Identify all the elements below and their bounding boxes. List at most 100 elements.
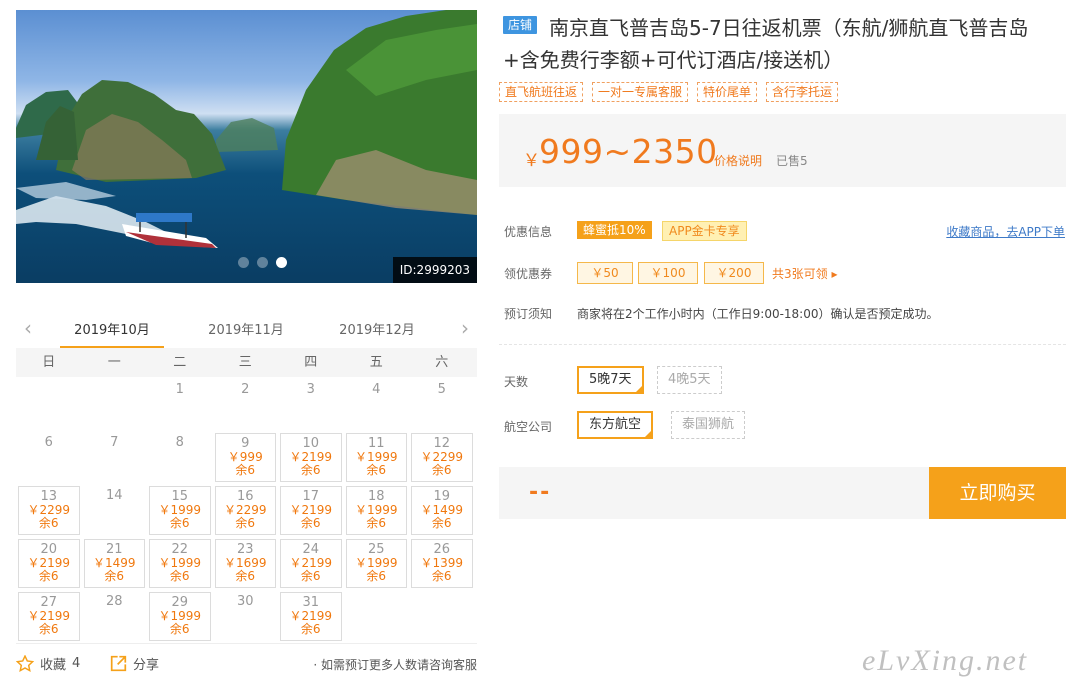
tab-month-nov[interactable]: 2019年11月 xyxy=(194,319,298,348)
share-label: 分享 xyxy=(133,658,160,673)
calendar-day-available[interactable]: 21 ￥1499 余6 xyxy=(83,539,145,588)
calendar-day: 6 xyxy=(16,430,82,483)
day-remaining: 余6 xyxy=(366,569,387,583)
notice-text: 商家将在2个工作小时内（工作日9:00-18:00）确认是否预定成功。 xyxy=(577,307,939,321)
day-remaining: 余6 xyxy=(104,569,125,583)
day-number: 25 xyxy=(367,542,385,557)
day-remaining: 余6 xyxy=(366,463,387,477)
product-photo[interactable]: ID:2999203 xyxy=(16,10,477,283)
day-number: 7 xyxy=(110,435,119,450)
price-explain-link[interactable]: 价格说明 xyxy=(714,152,762,169)
day-number: 8 xyxy=(175,435,184,450)
calendar-day: 8 xyxy=(147,430,213,483)
day-remaining: 余6 xyxy=(235,569,256,583)
calendar-day: 4 xyxy=(344,377,410,430)
day-remaining: 余6 xyxy=(300,463,321,477)
calendar-day-available[interactable]: 24 ￥2199 余6 xyxy=(280,539,342,588)
calendar-day: 14 xyxy=(82,483,148,536)
calendar-day-available[interactable]: 25 ￥1999 余6 xyxy=(345,539,407,588)
feature-tag: 特价尾单 xyxy=(697,82,758,102)
calendar-day-available[interactable]: 19 ￥1499 余6 xyxy=(411,486,473,535)
calendar-day-available[interactable]: 10 ￥2199 余6 xyxy=(280,433,342,482)
day-remaining: 余6 xyxy=(38,569,59,583)
calendar-day-available[interactable]: 20 ￥2199 余6 xyxy=(18,539,80,588)
weekday-label: 六 xyxy=(435,355,449,370)
total-price: -- xyxy=(529,480,552,505)
day-remaining: 余6 xyxy=(169,569,190,583)
day-remaining: 余6 xyxy=(235,516,256,530)
day-number: 6 xyxy=(44,435,53,450)
shop-tag: 店铺 xyxy=(503,16,538,34)
airline-label: 航空公司 xyxy=(504,420,553,434)
coupon-100[interactable]: ￥100 xyxy=(638,262,698,284)
share-icon xyxy=(110,655,127,672)
day-number: 17 xyxy=(302,489,320,504)
calendar-day-available[interactable]: 26 ￥1399 余6 xyxy=(411,539,473,588)
calendar-day-available[interactable]: 23 ￥1699 余6 xyxy=(214,539,276,588)
day-number: 1 xyxy=(175,382,184,397)
day-number: 14 xyxy=(105,488,123,503)
coupon-50[interactable]: ￥50 xyxy=(577,262,633,284)
option-china-eastern[interactable]: 东方航空 xyxy=(577,411,654,439)
chevron-left-icon[interactable]: ‹ xyxy=(24,318,32,338)
option-4n5d[interactable]: 4晚5天 xyxy=(657,366,722,394)
option-5n7d[interactable]: 5晚7天 xyxy=(577,366,644,394)
day-number: 23 xyxy=(236,542,254,557)
calendar-day xyxy=(16,377,82,430)
carousel-dot[interactable] xyxy=(238,257,249,268)
tab-month-dec[interactable]: 2019年12月 xyxy=(325,319,429,348)
carousel-dot[interactable] xyxy=(257,257,268,268)
calendar-day-available[interactable]: 22 ￥1999 余6 xyxy=(149,539,211,588)
carousel-dot-active[interactable] xyxy=(276,257,287,268)
day-number: 27 xyxy=(40,595,58,610)
chevron-right-icon[interactable]: › xyxy=(461,318,469,338)
calendar-day-available[interactable]: 15 ￥1999 余6 xyxy=(149,486,211,535)
favorite-count: 4 xyxy=(72,656,81,671)
day-remaining: 余6 xyxy=(366,516,387,530)
buy-now-button[interactable]: 立即购买 xyxy=(929,467,1066,519)
day-number: 11 xyxy=(367,436,385,451)
calendar-day-available[interactable]: 9 ￥999 余6 xyxy=(214,433,276,482)
calendar-day-available[interactable]: 31 ￥2199 余6 xyxy=(280,592,342,641)
calendar-weekday-header: 日 一 二 三 四 五 六 xyxy=(16,348,477,377)
weekday-label: 五 xyxy=(369,355,383,370)
calendar-day-available[interactable]: 13 ￥2299 余6 xyxy=(18,486,80,535)
day-number: 29 xyxy=(171,595,189,610)
day-number: 16 xyxy=(236,489,254,504)
tab-month-oct[interactable]: 2019年10月 xyxy=(60,319,164,348)
feature-tag: 一对一专属客服 xyxy=(592,82,689,102)
calendar-day-available[interactable]: 18 ￥1999 余6 xyxy=(345,486,407,535)
calendar-day-available[interactable]: 29 ￥1999 余6 xyxy=(149,592,211,641)
favorite-app-link[interactable]: 收藏商品，去APP下单 xyxy=(946,223,1065,240)
calendar-day-available[interactable]: 16 ￥2299 余6 xyxy=(214,486,276,535)
photo-id-badge: ID:2999203 xyxy=(392,257,477,283)
day-number: 21 xyxy=(105,542,123,557)
day-remaining: 余6 xyxy=(38,516,59,530)
weekday-label: 二 xyxy=(173,355,187,370)
calendar-day-available[interactable]: 27 ￥2199 余6 xyxy=(18,592,80,641)
product-title: 南京直飞普吉岛5-7日往返机票（东航/狮航直飞普吉岛+含免费行李额+可代订酒店/… xyxy=(503,16,1029,72)
day-remaining: 余6 xyxy=(169,622,190,636)
day-remaining: 余6 xyxy=(431,569,452,583)
calendar-day-available[interactable]: 12 ￥2299 余6 xyxy=(411,433,473,482)
price-currency: ￥ xyxy=(523,151,540,171)
share-button[interactable]: 分享 xyxy=(110,654,159,673)
day-remaining: 余6 xyxy=(300,569,321,583)
calendar-day-available[interactable]: 17 ￥2199 余6 xyxy=(280,486,342,535)
calendar-day: 2 xyxy=(213,377,279,430)
favorite-button[interactable]: 收藏 4 xyxy=(16,654,80,673)
day-number: 10 xyxy=(302,436,320,451)
weekday-label: 日 xyxy=(42,355,56,370)
coupon-more-link[interactable]: 共3张可领 ▸ xyxy=(772,265,837,282)
day-number: 4 xyxy=(372,382,381,397)
calendar-day-available[interactable]: 11 ￥1999 余6 xyxy=(345,433,407,482)
option-thai-lion[interactable]: 泰国狮航 xyxy=(671,411,746,439)
feature-tags: 直飞航班往返 一对一专属客服 特价尾单 含行李托运 xyxy=(499,82,839,102)
calendar-day: 5 xyxy=(409,377,475,430)
coupon-200[interactable]: ￥200 xyxy=(704,262,764,284)
weekday-label: 一 xyxy=(107,355,121,370)
day-number: 12 xyxy=(433,436,451,451)
day-number: 31 xyxy=(302,595,320,610)
day-number: 30 xyxy=(236,594,254,609)
day-number: 5 xyxy=(437,382,446,397)
